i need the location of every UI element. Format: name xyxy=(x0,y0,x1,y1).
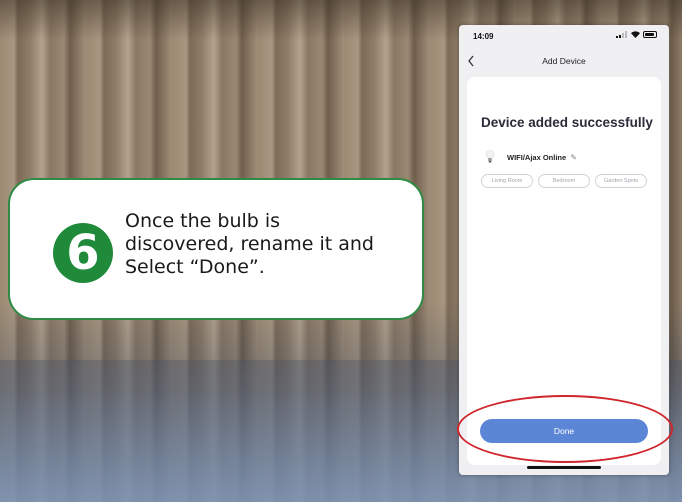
status-icons xyxy=(616,31,657,38)
room-chip-living-room[interactable]: Living Room xyxy=(481,174,533,188)
wifi-icon xyxy=(631,31,640,38)
phone-screen: 14:09 Add Device Device added successful… xyxy=(459,25,669,475)
instruction-text: Once the bulb is discovered, rename it a… xyxy=(125,210,374,278)
edit-icon[interactable]: ✎ xyxy=(570,153,577,162)
instruction-callout: 6 Once the bulb is discovered, rename it… xyxy=(8,178,424,320)
nav-title: Add Device xyxy=(542,56,586,66)
success-title: Device added successfully xyxy=(481,115,653,130)
signal-icon xyxy=(616,31,628,38)
device-row[interactable]: WIFI/Ajax Online ✎ xyxy=(485,149,577,165)
done-button[interactable]: Done xyxy=(480,419,648,443)
home-indicator xyxy=(527,466,601,469)
battery-icon xyxy=(643,31,657,38)
device-name: WIFI/Ajax Online xyxy=(507,152,567,162)
status-time: 14:09 xyxy=(473,32,494,41)
step-number-badge: 6 xyxy=(53,223,113,283)
status-bar: 14:09 xyxy=(459,25,669,47)
room-chip-garden-spots[interactable]: Garden Spots xyxy=(595,174,647,188)
bulb-icon xyxy=(485,150,495,163)
room-chips: Living Room Bedroom Garden Spots xyxy=(481,174,647,188)
room-chip-bedroom[interactable]: Bedroom xyxy=(538,174,590,188)
result-card: Device added successfully WIFI/Ajax Onli… xyxy=(467,77,661,465)
nav-bar: Add Device xyxy=(459,51,669,73)
